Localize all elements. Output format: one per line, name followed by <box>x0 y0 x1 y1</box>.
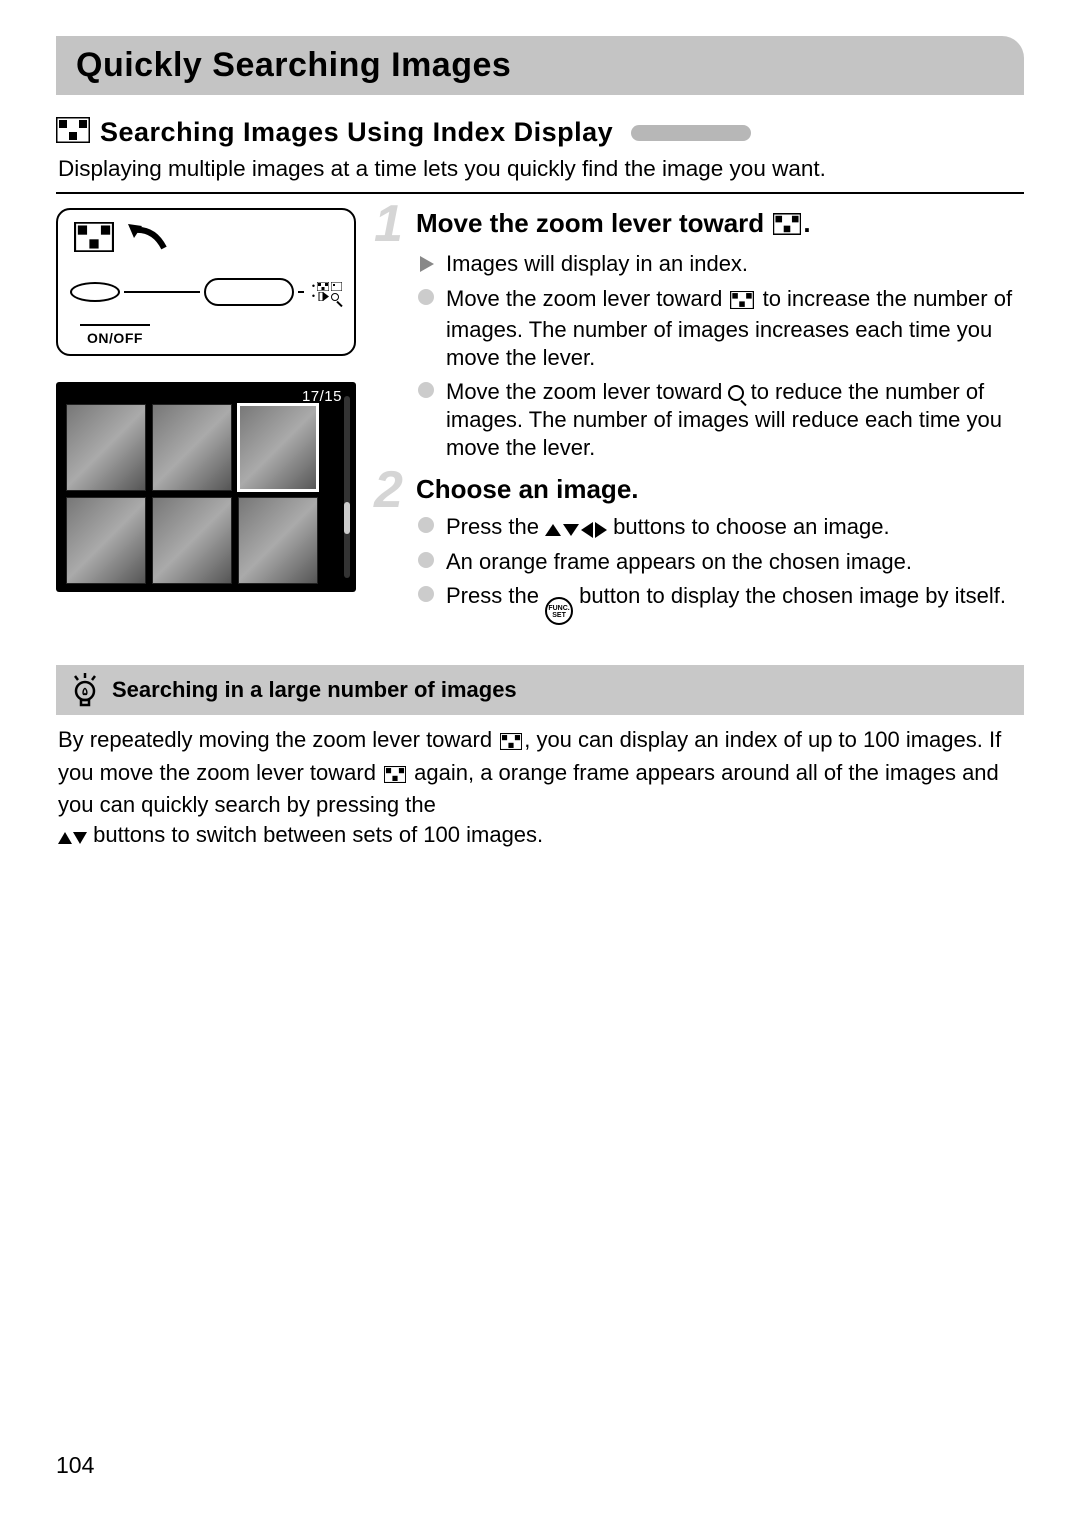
index-screen-illustration: 17/15 <box>56 382 356 592</box>
thumbnail <box>66 497 146 584</box>
tip-body: By repeatedly moving the zoom lever towa… <box>56 725 1024 849</box>
thumbnail <box>66 404 146 491</box>
thumbnail <box>152 404 232 491</box>
heading-decoration <box>631 125 751 141</box>
onoff-label: ON/OFF <box>80 324 150 346</box>
lightbulb-icon: ۵ <box>70 673 100 707</box>
arrow-curve-icon <box>124 220 168 259</box>
step-bullet: Move the zoom lever toward to increase t… <box>416 285 1024 372</box>
right-column: 1 Move the zoom lever toward . Images wi… <box>380 208 1024 637</box>
thumbnail <box>238 497 318 584</box>
step-bullet: Press the FUNC.SET button to display the… <box>416 582 1024 626</box>
step-2: 2 Choose an image. Press the buttons to … <box>380 474 1024 625</box>
thumbnail-grid <box>66 404 318 584</box>
section-heading: Searching Images Using Index Display <box>100 117 613 148</box>
lever-labels: • • <box>310 282 342 301</box>
image-counter: 17/15 <box>302 388 342 405</box>
grid-icon <box>773 211 801 242</box>
page-number: 104 <box>56 1452 94 1479</box>
tip-heading: Searching in a large number of images <box>112 677 517 703</box>
tip-header: ۵ Searching in a large number of images <box>56 665 1024 715</box>
grid-icon <box>384 761 406 790</box>
page-title-bar: Quickly Searching Images <box>56 36 1024 95</box>
dpad-icon <box>545 522 607 538</box>
step-bullet: Press the buttons to choose an image. <box>416 513 1024 541</box>
camera-top-illustration: • • ON/OFF <box>56 208 356 356</box>
grid-icon <box>730 288 754 316</box>
step-title: Choose an image. <box>416 474 1024 505</box>
page-title: Quickly Searching Images <box>76 46 511 84</box>
step-bullet: An orange frame appears on the chosen im… <box>416 548 1024 576</box>
svg-text:۵: ۵ <box>82 686 88 698</box>
shutter-button-illustration <box>70 282 120 302</box>
step-number: 1 <box>374 198 403 250</box>
scrollbar <box>344 396 350 578</box>
thumbnail-selected <box>238 404 318 491</box>
thumbnail <box>152 497 232 584</box>
step-title: Move the zoom lever toward . <box>416 208 1024 242</box>
magnify-icon <box>728 385 744 401</box>
step-bullet: Move the zoom lever toward to reduce the… <box>416 378 1024 462</box>
grid-icon <box>500 728 522 757</box>
left-column: • • ON/OFF 17/15 <box>56 208 356 637</box>
manual-page: Quickly Searching Images Searching Image… <box>0 0 1080 1521</box>
updown-icon <box>58 832 87 844</box>
func-set-icon: FUNC.SET <box>545 597 573 625</box>
content-columns: • • ON/OFF 17/15 <box>56 208 1024 637</box>
step-1: 1 Move the zoom lever toward . Images wi… <box>380 208 1024 462</box>
section-intro: Displaying multiple images at a time let… <box>58 154 1022 184</box>
divider <box>56 192 1024 194</box>
section-header: Searching Images Using Index Display <box>56 117 1024 148</box>
grid-icon <box>56 117 90 148</box>
grid-icon <box>74 222 114 257</box>
step-number: 2 <box>374 464 403 516</box>
step-bullet: Images will display in an index. <box>416 250 1024 278</box>
zoom-lever-illustration <box>204 278 294 306</box>
tip-box: ۵ Searching in a large number of images … <box>56 665 1024 849</box>
